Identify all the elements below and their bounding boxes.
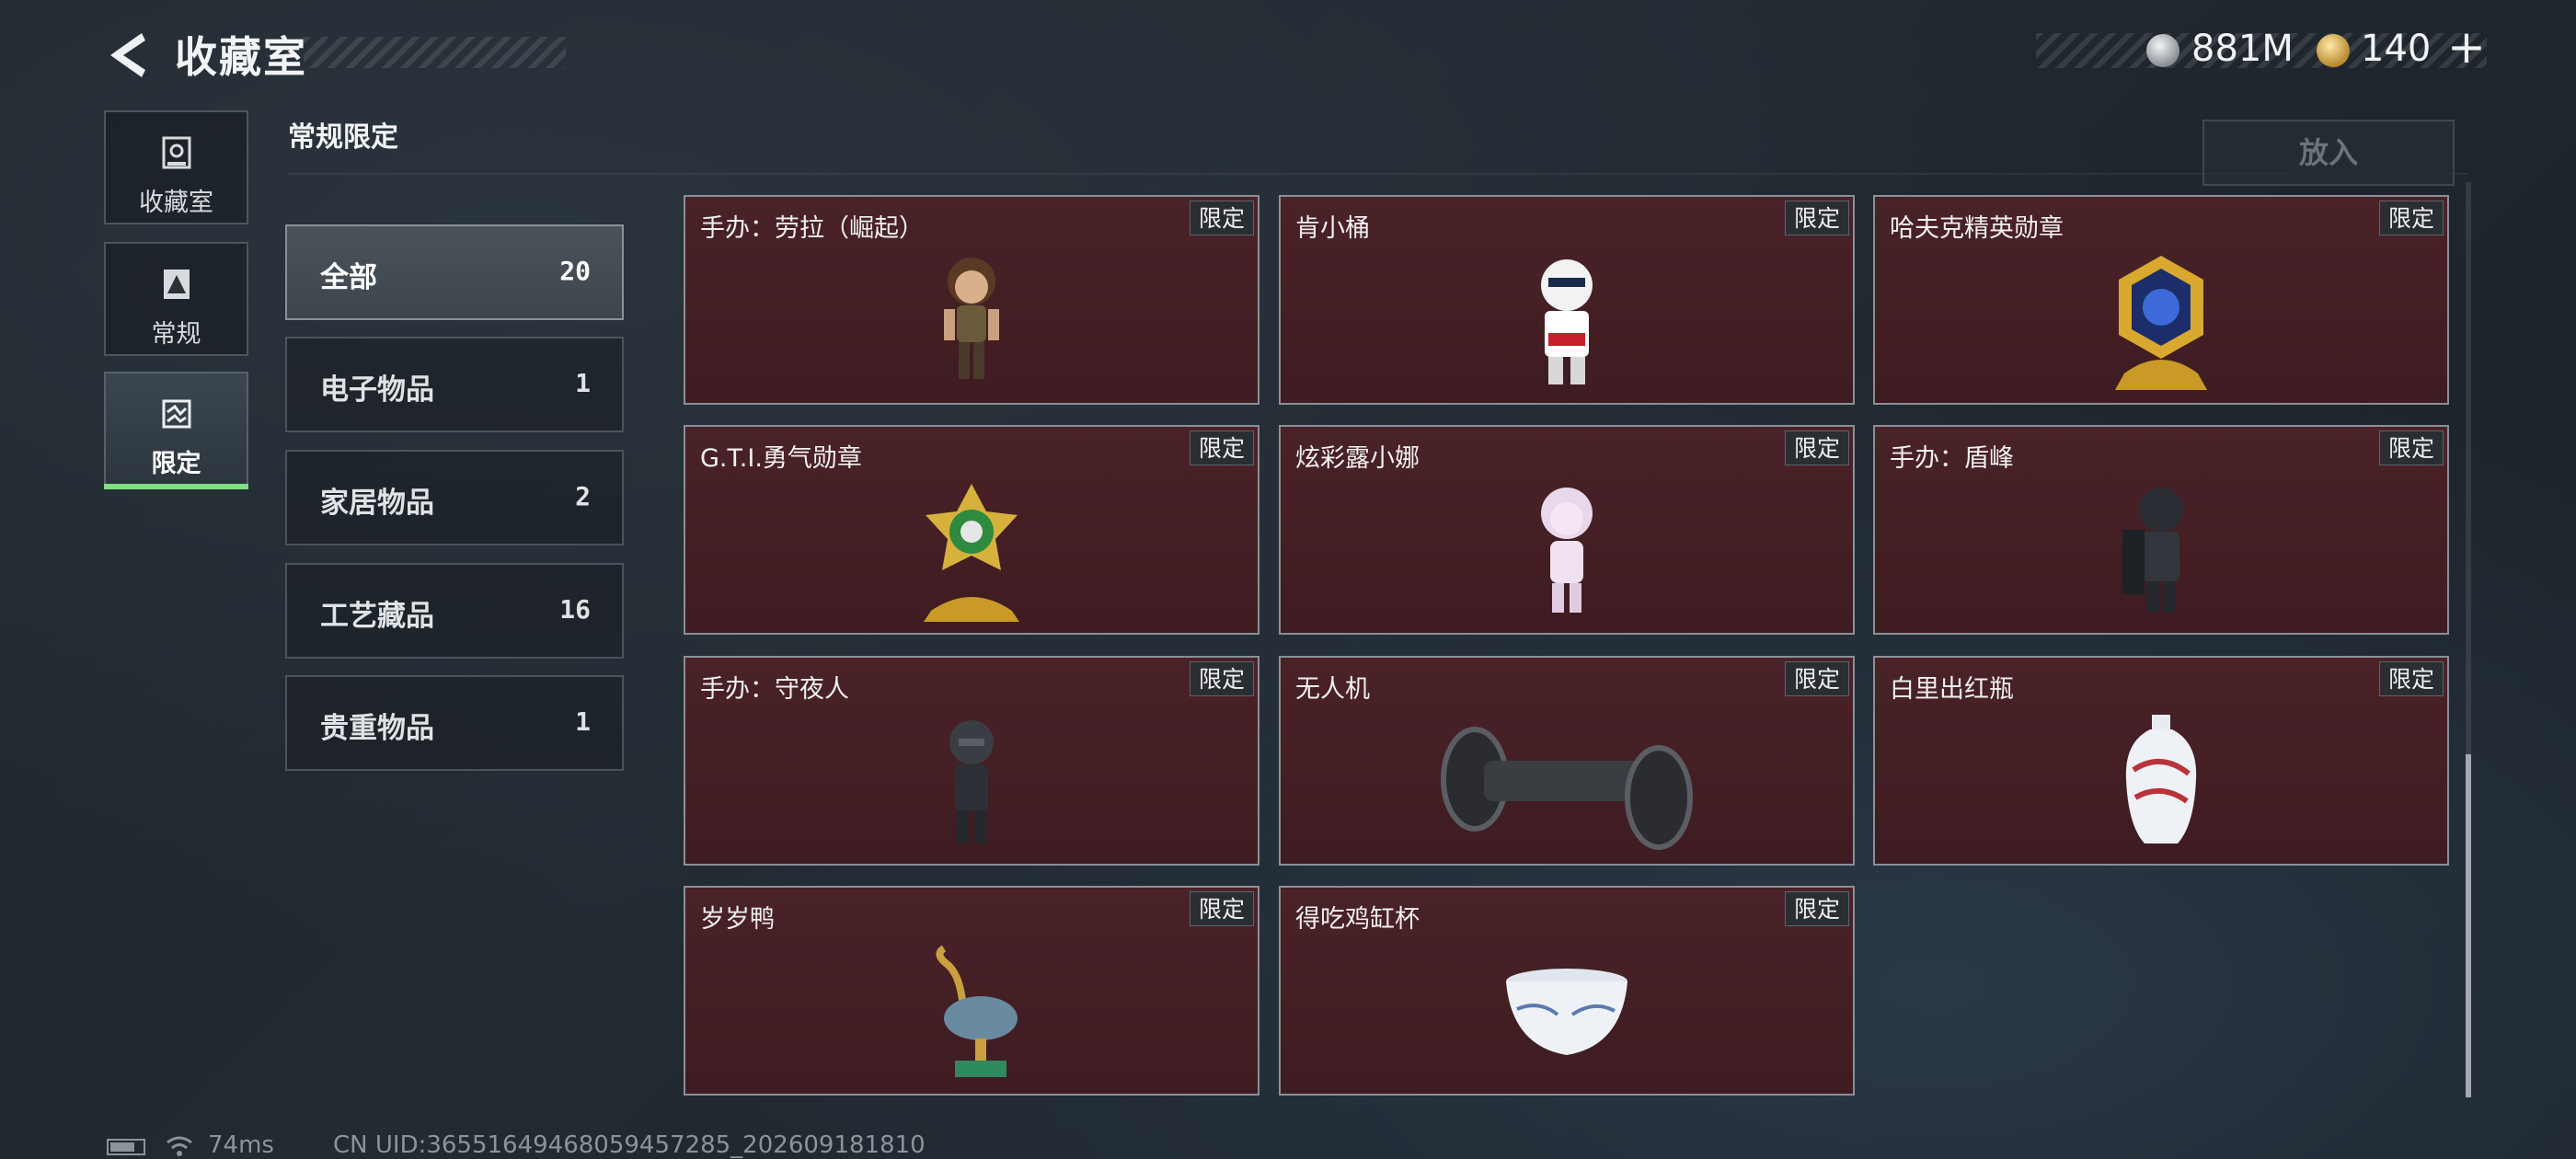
limited-tag: 限定 <box>1785 201 1849 235</box>
section-divider <box>288 173 2468 175</box>
item-name: 白里出红瓶 <box>1890 675 2014 704</box>
category-all[interactable]: 全部 20 <box>285 224 624 320</box>
category-name: 工艺藏品 <box>320 600 434 633</box>
item-card[interactable]: G.T.I.勇气勋章 限定 <box>684 425 1259 635</box>
item-name: G.T.I.勇气勋章 <box>700 444 862 473</box>
scrollbar-thumb[interactable] <box>2466 754 2471 1097</box>
uid-text: CN UID:36551649468059457285_202609181810 <box>333 1131 926 1159</box>
category-crafts[interactable]: 工艺藏品 16 <box>285 563 624 659</box>
rail-item-collection[interactable]: 收藏室 <box>104 110 248 224</box>
category-valuables[interactable]: 贵重物品 1 <box>285 675 624 771</box>
ninja-figure-icon <box>949 720 994 843</box>
battery-icon <box>107 1139 145 1155</box>
limited-icon <box>162 399 190 429</box>
item-name: 岁岁鸭 <box>700 905 775 934</box>
limited-tag: 限定 <box>1190 201 1254 235</box>
collection-icon <box>162 136 190 169</box>
item-card[interactable]: 肯小桶 限定 <box>1279 195 1855 405</box>
porcelain-vase-icon <box>2125 715 2197 843</box>
item-card[interactable]: 无人机 限定 <box>1279 656 1855 866</box>
lara-figure-icon <box>944 258 999 379</box>
kfc-figure-icon <box>1541 259 1593 384</box>
duck-statue-icon <box>936 945 1018 1077</box>
porcelain-cup-icon <box>1506 969 1627 1055</box>
rail-label-limited: 限定 <box>151 450 201 478</box>
category-household[interactable]: 家居物品 2 <box>285 450 624 545</box>
limited-tag: 限定 <box>1190 661 1254 696</box>
gold-amount: 140 <box>2361 28 2432 70</box>
category-name: 电子物品 <box>320 373 434 407</box>
rail-item-limited[interactable]: 限定 <box>104 372 248 489</box>
gold-coin-icon <box>2317 34 2350 67</box>
put-in-button[interactable]: 放入 <box>2202 120 2455 186</box>
item-card[interactable]: 白里出红瓶 限定 <box>1873 656 2449 866</box>
item-name: 手办：守夜人 <box>700 675 849 704</box>
item-card[interactable]: 哈夫克精英勋章 限定 <box>1873 195 2449 405</box>
item-name: 手办：劳拉（崛起） <box>700 214 924 243</box>
item-name: 手办：盾峰 <box>1890 444 2014 473</box>
add-currency-button[interactable]: + <box>2447 20 2486 74</box>
limited-tag: 限定 <box>1785 430 1849 465</box>
pink-figure-icon <box>1541 488 1593 613</box>
limited-tag: 限定 <box>1190 430 1254 465</box>
limited-tag: 限定 <box>2379 201 2444 235</box>
section-title: 常规限定 <box>288 121 398 154</box>
item-card[interactable]: 得吃鸡缸杯 限定 <box>1279 886 1855 1096</box>
silver-coin-icon <box>2146 34 2179 67</box>
rail-label-collection: 收藏室 <box>139 189 213 217</box>
item-card[interactable]: 炫彩露小娜 限定 <box>1279 425 1855 635</box>
category-count: 16 <box>559 594 591 625</box>
category-name: 家居物品 <box>320 487 434 520</box>
item-name: 哈夫克精英勋章 <box>1890 214 2064 243</box>
category-count: 1 <box>575 706 591 737</box>
category-name: 贵重物品 <box>320 712 434 745</box>
item-name: 得吃鸡缸杯 <box>1295 905 1420 934</box>
gold-medal-icon <box>2115 256 2207 390</box>
wifi-icon <box>167 1136 192 1156</box>
category-name: 全部 <box>320 261 377 294</box>
category-electronics[interactable]: 电子物品 1 <box>285 337 624 432</box>
item-card[interactable]: 手办：守夜人 限定 <box>684 656 1259 866</box>
back-arrow-icon[interactable] <box>103 28 158 83</box>
green-medal-icon <box>924 484 1019 622</box>
regular-icon <box>163 270 190 299</box>
rail-label-regular: 常规 <box>151 320 201 349</box>
limited-tag: 限定 <box>1785 661 1849 696</box>
category-count: 1 <box>575 368 591 398</box>
item-card[interactable]: 手办：劳拉（崛起） 限定 <box>684 195 1259 405</box>
limited-tag: 限定 <box>1785 891 1849 926</box>
limited-tag: 限定 <box>2379 661 2444 696</box>
ping-text: 74ms <box>208 1131 274 1159</box>
page-title: 收藏室 <box>175 32 307 82</box>
item-name: 炫彩露小娜 <box>1295 444 1420 473</box>
rail-item-regular[interactable]: 常规 <box>104 242 248 356</box>
item-name: 肯小桶 <box>1295 214 1370 243</box>
item-card[interactable]: 岁岁鸭 限定 <box>684 886 1259 1096</box>
title-stripe <box>304 37 566 68</box>
category-count: 2 <box>575 481 591 511</box>
limited-tag: 限定 <box>2379 430 2444 465</box>
limited-tag: 限定 <box>1190 891 1254 926</box>
category-count: 20 <box>559 256 591 286</box>
silver-amount: 881M <box>2191 28 2294 70</box>
drone-icon <box>1441 727 1693 850</box>
item-card[interactable]: 手办：盾峰 限定 <box>1873 425 2449 635</box>
item-name: 无人机 <box>1295 675 1370 704</box>
shield-soldier-icon <box>2122 488 2183 613</box>
